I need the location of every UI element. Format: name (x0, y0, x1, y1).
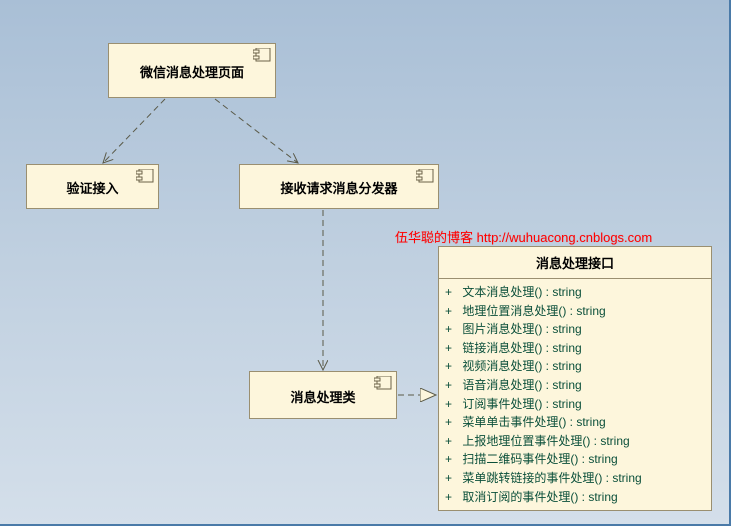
interface-operation: + 订阅事件处理() : string (445, 395, 705, 414)
interface-operation: + 语音消息处理() : string (445, 376, 705, 395)
diagram-canvas: 微信消息处理页面 验证接入 接收请求消息分发器 消息处理类 消息处理接口 + 文… (0, 0, 731, 526)
interface-operation: + 链接消息处理() : string (445, 339, 705, 358)
interface-operation: + 取消订阅的事件处理() : string (445, 488, 705, 507)
interface-operation: + 地理位置消息处理() : string (445, 302, 705, 321)
interface-message-handler[interactable]: 消息处理接口 + 文本消息处理() : string+ 地理位置消息处理() :… (438, 246, 712, 511)
component-title: 接收请求消息分发器 (240, 165, 438, 203)
component-wechat-page[interactable]: 微信消息处理页面 (108, 43, 276, 98)
interface-operation: + 菜单跳转链接的事件处理() : string (445, 469, 705, 488)
interface-operation: + 菜单单击事件处理() : string (445, 413, 705, 432)
interface-operation: + 视频消息处理() : string (445, 357, 705, 376)
component-handler[interactable]: 消息处理类 (249, 371, 397, 419)
interface-title: 消息处理接口 (439, 247, 711, 279)
component-icon (374, 376, 392, 390)
interface-operation: + 上报地理位置事件处理() : string (445, 432, 705, 451)
component-title: 微信消息处理页面 (109, 44, 275, 87)
interface-operations: + 文本消息处理() : string+ 地理位置消息处理() : string… (439, 279, 711, 510)
interface-operation: + 扫描二维码事件处理() : string (445, 450, 705, 469)
component-verify[interactable]: 验证接入 (26, 164, 159, 209)
component-icon (136, 169, 154, 183)
interface-operation: + 图片消息处理() : string (445, 320, 705, 339)
component-icon (416, 169, 434, 183)
watermark-text: 伍华聪的博客 http://wuhuacong.cnblogs.com (395, 227, 652, 246)
component-icon (253, 48, 271, 62)
component-dispatcher[interactable]: 接收请求消息分发器 (239, 164, 439, 209)
interface-operation: + 文本消息处理() : string (445, 283, 705, 302)
